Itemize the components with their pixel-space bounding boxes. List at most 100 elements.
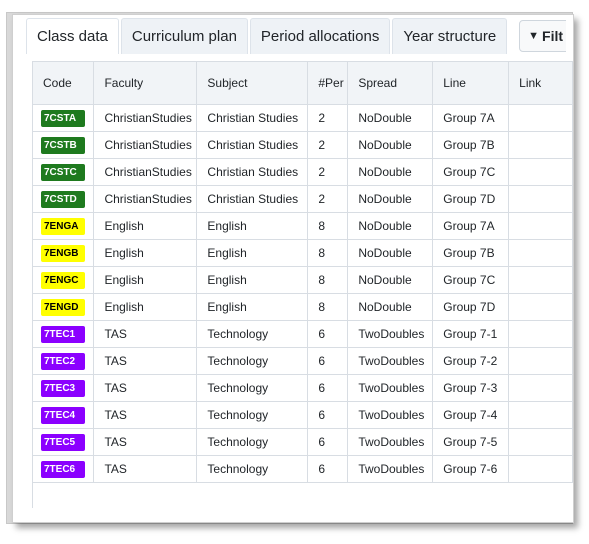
line-cell[interactable]: Group 7C [432, 266, 510, 294]
subject-cell[interactable]: English [196, 212, 309, 240]
code-cell[interactable]: 7TEC5 [33, 428, 95, 456]
code-cell[interactable]: 7TEC2 [33, 347, 95, 375]
line-cell[interactable]: Group 7-1 [432, 320, 510, 348]
periods-cell[interactable]: 6 [307, 455, 349, 483]
spread-cell[interactable]: NoDouble [347, 131, 434, 159]
link-cell[interactable] [508, 455, 573, 483]
periods-cell[interactable]: 2 [307, 158, 349, 186]
spread-cell[interactable]: NoDouble [347, 104, 434, 132]
table-row[interactable]: 7TEC3 TAS Technology 6 TwoDoubles Group 7-3 [33, 374, 573, 402]
table-row[interactable]: 7ENGA English English 8 NoDouble Group 7A [33, 212, 573, 240]
faculty-cell[interactable]: TAS [93, 428, 198, 456]
column-header-code[interactable]: Code [33, 62, 95, 105]
code-cell[interactable]: 7ENGD [33, 293, 95, 321]
link-cell[interactable] [508, 293, 573, 321]
link-cell[interactable] [508, 428, 573, 456]
periods-cell[interactable]: 2 [307, 104, 349, 132]
periods-cell[interactable]: 6 [307, 347, 349, 375]
code-cell[interactable]: 7TEC4 [33, 401, 95, 429]
spread-cell[interactable]: NoDouble [347, 185, 434, 213]
column-header-subject[interactable]: Subject [196, 62, 309, 105]
link-cell[interactable] [508, 347, 573, 375]
tab-class-data[interactable]: Class data [26, 18, 119, 54]
link-cell[interactable] [508, 401, 573, 429]
faculty-cell[interactable]: TAS [93, 401, 198, 429]
subject-cell[interactable]: Technology [196, 455, 309, 483]
spread-cell[interactable]: TwoDoubles [347, 347, 434, 375]
periods-cell[interactable]: 6 [307, 428, 349, 456]
table-row[interactable]: 7TEC6 TAS Technology 6 TwoDoubles Group 7-6 [33, 455, 573, 483]
subject-cell[interactable]: English [196, 293, 309, 321]
faculty-cell[interactable]: TAS [93, 320, 198, 348]
code-cell[interactable]: 7TEC1 [33, 320, 95, 348]
subject-cell[interactable]: English [196, 239, 309, 267]
spread-cell[interactable]: TwoDoubles [347, 401, 434, 429]
periods-cell[interactable]: 8 [307, 239, 349, 267]
faculty-cell[interactable]: English [93, 239, 198, 267]
periods-cell[interactable]: 2 [307, 185, 349, 213]
faculty-cell[interactable]: TAS [93, 455, 198, 483]
table-row[interactable]: 7TEC1 TAS Technology 6 TwoDoubles Group 7-1 [33, 320, 573, 348]
link-cell[interactable] [508, 266, 573, 294]
faculty-cell[interactable]: TAS [93, 374, 198, 402]
table-row[interactable]: 7TEC5 TAS Technology 6 TwoDoubles Group 7-5 [33, 428, 573, 456]
subject-cell[interactable]: Christian Studies [196, 131, 309, 159]
code-cell[interactable]: 7TEC3 [33, 374, 95, 402]
spread-cell[interactable]: NoDouble [347, 293, 434, 321]
spread-cell[interactable]: NoDouble [347, 239, 434, 267]
subject-cell[interactable]: Christian Studies [196, 185, 309, 213]
subject-cell[interactable]: Technology [196, 401, 309, 429]
table-row[interactable]: 7CSTB ChristianStudies Christian Studies 2 N… [33, 131, 573, 159]
link-cell[interactable] [508, 185, 573, 213]
faculty-cell[interactable]: English [93, 266, 198, 294]
code-cell[interactable]: 7CSTD [33, 185, 95, 213]
column-header-link[interactable]: Link [508, 62, 573, 105]
table-row[interactable]: 7CSTA ChristianStudies Christian Studies 2 N… [33, 104, 573, 132]
subject-cell[interactable]: English [196, 266, 309, 294]
link-cell[interactable] [508, 320, 573, 348]
spread-cell[interactable]: NoDouble [347, 212, 434, 240]
subject-cell[interactable]: Technology [196, 374, 309, 402]
tab-curriculum-plan[interactable]: Curriculum plan [120, 18, 248, 54]
spread-cell[interactable]: TwoDoubles [347, 455, 434, 483]
code-cell[interactable]: 7TEC6 [33, 455, 95, 483]
link-cell[interactable] [508, 212, 573, 240]
table-row[interactable]: 7ENGC English English 8 NoDouble Group 7C [33, 266, 573, 294]
spread-cell[interactable]: NoDouble [347, 158, 434, 186]
column-header-faculty[interactable]: Faculty [93, 62, 198, 105]
line-cell[interactable]: Group 7D [432, 185, 510, 213]
subject-cell[interactable]: Technology [196, 428, 309, 456]
link-cell[interactable] [508, 158, 573, 186]
subject-cell[interactable]: Christian Studies [196, 104, 309, 132]
line-cell[interactable]: Group 7-5 [432, 428, 510, 456]
faculty-cell[interactable]: TAS [93, 347, 198, 375]
line-cell[interactable]: Group 7D [432, 293, 510, 321]
link-cell[interactable] [508, 374, 573, 402]
column-header-periods[interactable]: #Per [307, 62, 349, 105]
spread-cell[interactable]: TwoDoubles [347, 428, 434, 456]
faculty-cell[interactable]: ChristianStudies [93, 185, 198, 213]
line-cell[interactable]: Group 7-2 [432, 347, 510, 375]
periods-cell[interactable]: 6 [307, 401, 349, 429]
periods-cell[interactable]: 2 [307, 131, 349, 159]
link-cell[interactable] [508, 104, 573, 132]
table-row[interactable]: 7ENGB English English 8 NoDouble Group 7B [33, 239, 573, 267]
table-row[interactable]: 7TEC2 TAS Technology 6 TwoDoubles Group 7-2 [33, 347, 573, 375]
faculty-cell[interactable]: English [93, 212, 198, 240]
periods-cell[interactable]: 8 [307, 266, 349, 294]
faculty-cell[interactable]: ChristianStudies [93, 158, 198, 186]
spread-cell[interactable]: NoDouble [347, 266, 434, 294]
code-cell[interactable]: 7CSTC [33, 158, 95, 186]
column-header-spread[interactable]: Spread [347, 62, 434, 105]
link-cell[interactable] [508, 131, 573, 159]
periods-cell[interactable]: 8 [307, 293, 349, 321]
filter-button[interactable]: ▼ Filt [519, 19, 566, 52]
line-cell[interactable]: Group 7-4 [432, 401, 510, 429]
tab-period-allocations[interactable]: Period allocations [249, 18, 391, 54]
periods-cell[interactable]: 6 [307, 320, 349, 348]
table-row[interactable]: 7CSTD ChristianStudies Christian Studies 2 N… [33, 185, 573, 213]
column-header-line[interactable]: Line [432, 62, 510, 105]
code-cell[interactable]: 7CSTA [33, 104, 95, 132]
code-cell[interactable]: 7ENGB [33, 239, 95, 267]
code-cell[interactable]: 7ENGA [33, 212, 95, 240]
